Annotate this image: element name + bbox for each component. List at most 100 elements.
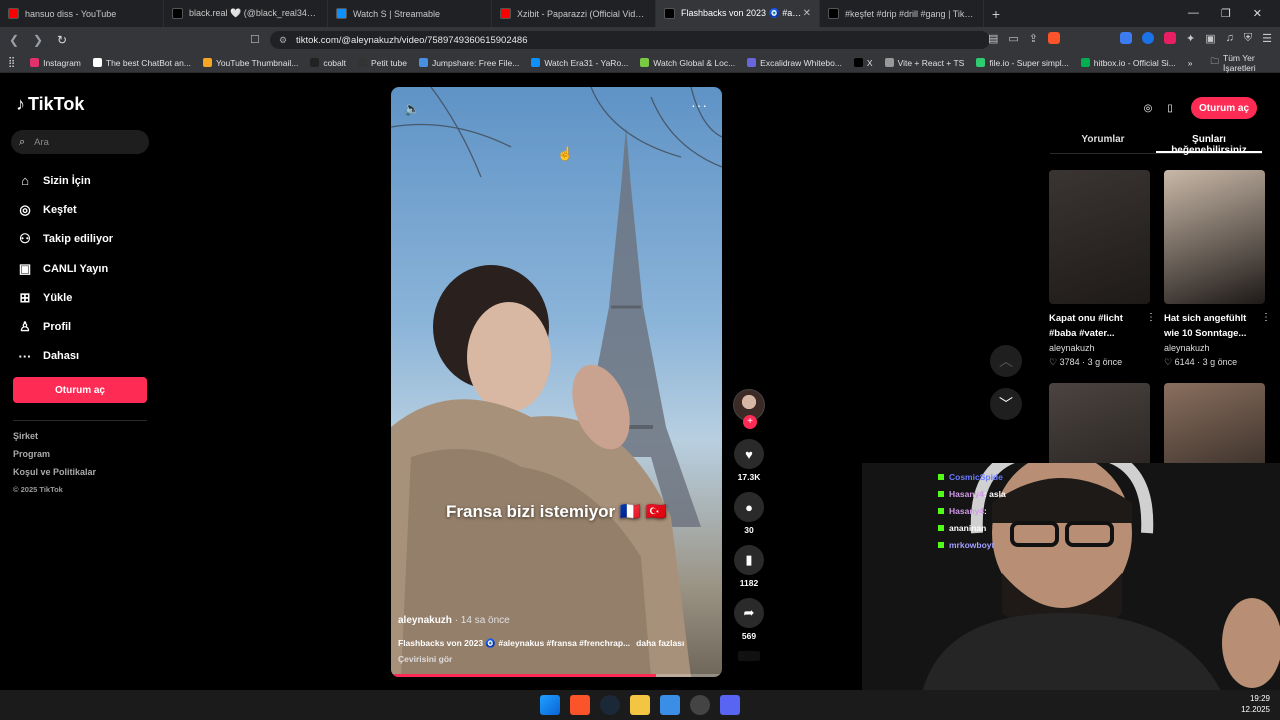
recommended-video-card[interactable]: Kapat onu #licht #baba #vater... aleynak… (1049, 170, 1156, 368)
close-tab-icon[interactable]: ✕ (803, 8, 811, 19)
bookmark-item[interactable]: Petit tube (358, 58, 407, 68)
back-icon[interactable]: ❮ (4, 33, 24, 47)
search-input[interactable]: ⌕ Ara (11, 130, 149, 154)
bookmark-item[interactable]: Watch Global & Loc... (640, 58, 735, 68)
compass-icon[interactable]: ◎ (1139, 99, 1157, 117)
share-icon[interactable]: ⇪ (1029, 32, 1038, 45)
video-player[interactable]: 🔈 ··· Fransa bizi istemiyor 🇫🇷 🇹🇷 aleyna… (391, 87, 722, 677)
puzzle-icon[interactable]: ✦ (1186, 32, 1195, 45)
tab-you-may-like[interactable]: Şunları beğenebilirsiniz (1156, 128, 1262, 156)
footer-link-terms[interactable]: Koşul ve Politikalar (13, 467, 96, 485)
sidebar-icon[interactable]: ▣ (1205, 32, 1215, 45)
share-action[interactable]: ➦ 569 (731, 598, 767, 641)
video-thumbnail[interactable] (1049, 170, 1150, 304)
cast-icon[interactable]: ▭ (1008, 32, 1018, 45)
music-disc-icon[interactable] (731, 651, 767, 661)
more-bookmarks-icon[interactable]: » (1188, 58, 1193, 68)
translate-link[interactable]: Çevirisini gör (398, 654, 452, 664)
vpn-icon[interactable]: ⛨ (1244, 32, 1252, 45)
media-icon[interactable]: ♫ (1226, 32, 1234, 45)
card-title-line2[interactable]: wie 10 Sonntage... (1164, 326, 1265, 341)
volume-icon[interactable]: 🔈 (404, 101, 420, 117)
bookmark-item[interactable]: file.io - Super simpl... (976, 58, 1069, 68)
author-name[interactable]: aleynakuzh (398, 615, 452, 626)
photos-icon[interactable] (660, 695, 680, 715)
sidebar-item-profile[interactable]: ♙ Profil (16, 312, 113, 341)
forward-icon[interactable]: ❯ (28, 33, 48, 47)
apps-grid-icon[interactable]: ⣿ (8, 57, 16, 68)
file-explorer-icon[interactable] (630, 695, 650, 715)
sidebar-item-user-plus[interactable]: ⚇ Takip ediliyor (16, 225, 113, 254)
card-more-icon[interactable]: ⋮ (1261, 312, 1271, 323)
card-title[interactable]: Hat sich angefühlt (1164, 311, 1265, 326)
reload-icon[interactable]: ↻ (52, 33, 72, 47)
login-button[interactable]: Oturum aç (13, 377, 147, 403)
previous-video-button[interactable]: ︿ (990, 345, 1022, 377)
card-title-line2[interactable]: #baba #vater... (1049, 326, 1150, 341)
footer-link-program[interactable]: Program (13, 449, 96, 467)
more-link[interactable]: daha fazlası (636, 638, 684, 648)
footer-link-company[interactable]: Şirket (13, 431, 96, 449)
share-arrow-icon[interactable]: ➦ (734, 598, 764, 628)
menu-icon[interactable]: ☰ (1262, 32, 1272, 45)
device-icon[interactable]: ▯ (1161, 99, 1179, 117)
all-bookmarks-link[interactable]: Tüm Yer İşaretleri (1223, 53, 1270, 73)
card-more-icon[interactable]: ⋮ (1146, 312, 1156, 323)
comment-icon[interactable]: ● (734, 492, 764, 522)
browser-tab[interactable]: hansuo diss - YouTube (0, 0, 164, 27)
bookmark-item[interactable]: The best ChatBot an... (92, 58, 191, 68)
bookmark-icon[interactable]: ☐ (250, 33, 260, 46)
video-progress-bar[interactable] (391, 674, 722, 677)
recommended-video-card[interactable]: Hat sich angefühlt wie 10 Sonntage... al… (1164, 170, 1271, 368)
browser-tab[interactable]: Watch S | Streamable (328, 0, 492, 27)
sidebar-item-more[interactable]: ··· Dahası (16, 342, 113, 371)
browser-tab[interactable]: black.real 🤍 (@black_real3421) | TikT (164, 0, 328, 27)
minimize-icon[interactable]: — (1188, 7, 1199, 20)
sidebar-item-home[interactable]: ⌂ Sizin İçin (16, 166, 113, 195)
brave-browser-icon[interactable] (570, 695, 590, 715)
avatar[interactable]: + (733, 389, 765, 429)
follow-plus-icon[interactable]: + (743, 415, 757, 429)
browser-tab[interactable]: Flashbacks von 2023 🧿 #aleyna ✕ (656, 0, 820, 27)
next-video-button[interactable]: ﹀ (990, 388, 1022, 420)
comment-action[interactable]: ● 30 (731, 492, 767, 535)
bookmark-item[interactable]: hitbox.io - Official Si... (1080, 58, 1176, 68)
bookmark-item[interactable]: YouTube Thumbnail... (202, 58, 298, 68)
bookmark-save-icon[interactable]: ▮ (734, 545, 764, 575)
header-login-button[interactable]: Oturum aç (1191, 97, 1258, 119)
windows-start-icon[interactable] (540, 695, 560, 715)
bookmark-item[interactable]: Watch Era31 - YaRo... (531, 58, 628, 68)
brave-shield-icon[interactable] (1048, 32, 1060, 44)
new-tab-button[interactable]: + (984, 6, 1008, 22)
browser-tab[interactable]: Xzibit - Paparazzi (Official Video) - Yo (492, 0, 656, 27)
sidebar-item-upload[interactable]: ⊞ Yükle (16, 283, 113, 312)
bookmark-item[interactable]: Excalidraw Whitebo... (747, 58, 842, 68)
close-window-icon[interactable]: ✕ (1253, 7, 1262, 20)
url-bar[interactable]: ⚙ tiktok.com/@aleynakuzh/video/758974936… (270, 31, 990, 49)
bookmark-item[interactable]: Instagram (30, 58, 81, 68)
extension-icon[interactable] (1164, 32, 1176, 44)
bookmark-item[interactable]: X (853, 58, 873, 68)
video-more-icon[interactable]: ··· (691, 97, 708, 113)
maximize-icon[interactable]: ❐ (1221, 7, 1231, 20)
video-author[interactable]: aleynakuzh · 14 sa önce (398, 615, 510, 626)
tab-comments[interactable]: Yorumlar (1050, 128, 1156, 153)
site-info-icon[interactable]: ⚙ (279, 35, 287, 46)
reader-icon[interactable]: ▤ (988, 32, 998, 45)
bookmark-item[interactable]: Jumpshare: Free File... (418, 58, 519, 68)
discord-icon[interactable] (720, 695, 740, 715)
card-author[interactable]: aleynakuzh (1164, 343, 1265, 353)
card-author[interactable]: aleynakuzh (1049, 343, 1150, 353)
video-thumbnail[interactable] (1164, 170, 1265, 304)
steam-icon[interactable] (600, 695, 620, 715)
extension-icon[interactable] (1120, 32, 1132, 44)
heart-icon[interactable]: ♥ (734, 439, 764, 469)
obs-icon[interactable] (690, 695, 710, 715)
save-action[interactable]: ▮ 1182 (731, 545, 767, 588)
sidebar-item-live[interactable]: ▣ CANLI Yayın (16, 254, 113, 283)
extension-icon[interactable] (1142, 32, 1154, 44)
bookmark-item[interactable]: cobalt (310, 58, 346, 68)
tiktok-logo[interactable]: ♪ TikTok (16, 94, 84, 115)
browser-tab[interactable]: #keşfet #drip #drill #gang | TikTok (820, 0, 984, 27)
card-title[interactable]: Kapat onu #licht (1049, 311, 1150, 326)
